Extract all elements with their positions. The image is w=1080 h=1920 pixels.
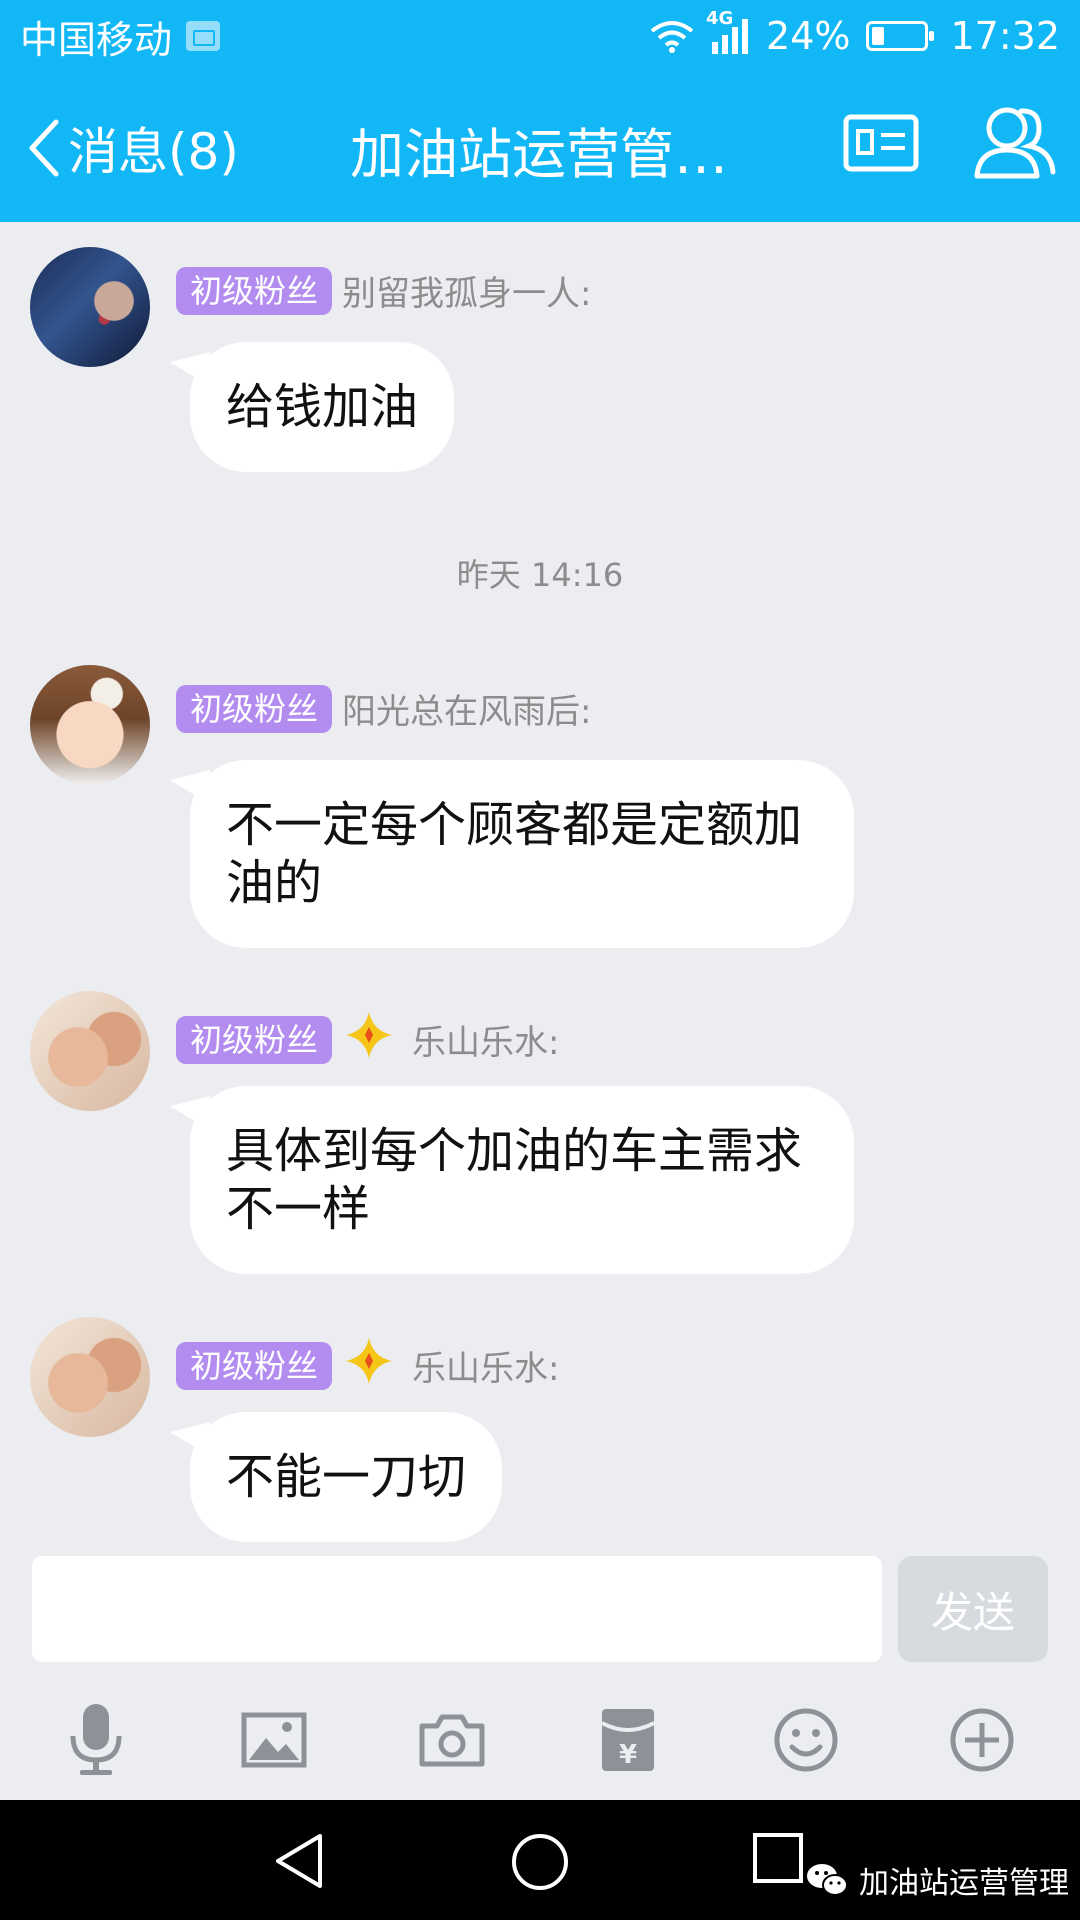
- watermark-text: 加油站运营管理: [859, 1866, 1069, 1901]
- image-notification-icon: [186, 21, 221, 51]
- plus-icon[interactable]: [942, 1700, 1022, 1780]
- carrier-label: 中国移动: [20, 17, 173, 62]
- message-bubble[interactable]: 不一定每个顾客都是定额加油的: [190, 760, 854, 948]
- wifi-icon: [650, 19, 694, 53]
- message-bubble[interactable]: 不能一刀切: [190, 1412, 503, 1542]
- sender-name[interactable]: 乐山乐水:: [412, 1341, 559, 1390]
- fan-level-badge: 初级粉丝: [176, 1015, 333, 1064]
- emoji-icon[interactable]: [766, 1700, 846, 1780]
- svg-text:¥: ¥: [619, 1740, 637, 1770]
- title-bar: 消息(8) 加油站运营管…: [0, 72, 1080, 222]
- sender-meta: 初级粉丝 乐山乐水:: [176, 1336, 559, 1395]
- sender-name[interactable]: 阳光总在风雨后:: [342, 684, 591, 733]
- watermark: 加油站运营管理: [805, 1858, 1069, 1902]
- back-button[interactable]: 消息(8): [26, 112, 239, 184]
- wechat-icon: [807, 1864, 848, 1896]
- vip-star-icon: [344, 1336, 394, 1395]
- sender-meta: 初级粉丝 乐山乐水:: [176, 1010, 559, 1069]
- vip-star-icon: [344, 1010, 394, 1069]
- microphone-icon[interactable]: [56, 1700, 136, 1780]
- sender-name[interactable]: 乐山乐水:: [412, 1015, 559, 1064]
- chat-messages[interactable]: 初级粉丝 别留我孤身一人: 给钱加油 昨天 14:16 初级粉丝 阳光总在风雨后…: [0, 222, 1080, 1542]
- status-left: 中国移动: [20, 9, 221, 64]
- input-toolbar: ¥: [0, 1700, 1080, 1800]
- nav-back-icon[interactable]: [272, 1832, 326, 1894]
- send-button[interactable]: 发送: [898, 1556, 1048, 1662]
- sender-avatar[interactable]: [30, 665, 150, 785]
- chevron-left-icon: [29, 119, 59, 177]
- image-icon[interactable]: [234, 1700, 314, 1780]
- fan-level-badge: 初级粉丝: [176, 266, 333, 315]
- fan-level-badge: 初级粉丝: [176, 1341, 333, 1390]
- network-type-label: 4G: [706, 8, 734, 29]
- camera-icon[interactable]: [412, 1700, 492, 1780]
- sender-meta: 初级粉丝 阳光总在风雨后:: [176, 684, 591, 733]
- signal-icon: 4G: [706, 8, 750, 56]
- fan-level-badge: 初级粉丝: [176, 684, 333, 733]
- sender-avatar[interactable]: [30, 247, 150, 367]
- battery-fill: [872, 27, 885, 45]
- composer: 发送: [0, 1556, 1080, 1666]
- system-nav-bar: 加油站运营管理: [0, 1800, 1080, 1920]
- sender-name[interactable]: 别留我孤身一人:: [342, 266, 591, 315]
- message-bubble[interactable]: 具体到每个加油的车主需求不一样: [190, 1086, 854, 1274]
- back-label: 消息(8): [68, 123, 239, 181]
- message-timestamp: 昨天 14:16: [456, 556, 624, 594]
- sender-avatar[interactable]: [30, 1317, 150, 1437]
- chat-title: 加油站运营管…: [350, 123, 728, 186]
- clock: 17:32: [950, 14, 1060, 58]
- message-input[interactable]: [32, 1556, 882, 1662]
- status-bar: 中国移动 4G 24% 17:32: [0, 0, 1080, 72]
- battery-icon: [866, 21, 935, 51]
- sender-avatar[interactable]: [30, 991, 150, 1111]
- sender-meta: 初级粉丝 别留我孤身一人:: [176, 266, 591, 315]
- message-bubble[interactable]: 给钱加油: [190, 342, 455, 472]
- profile-card-icon[interactable]: [843, 114, 919, 176]
- nav-home-icon[interactable]: [510, 1832, 570, 1896]
- battery-percent: 24%: [766, 14, 851, 58]
- group-members-icon[interactable]: [973, 102, 1057, 186]
- red-packet-icon[interactable]: ¥: [588, 1700, 668, 1780]
- status-right: 4G 24% 17:32: [650, 8, 1060, 58]
- nav-recents-icon[interactable]: [752, 1832, 806, 1890]
